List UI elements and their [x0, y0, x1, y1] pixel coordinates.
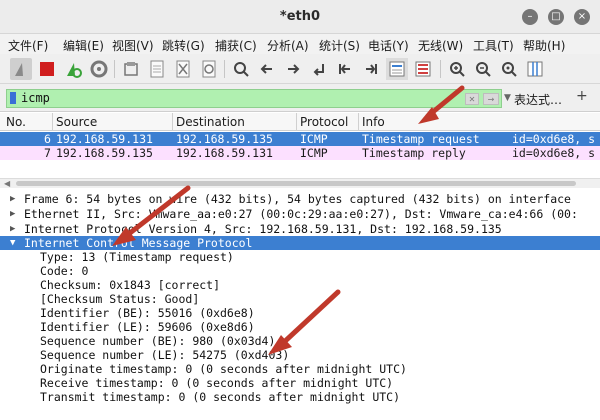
annotation-arrow	[268, 289, 341, 355]
annotation-arrow	[418, 85, 465, 124]
annotation-overlay	[112, 85, 465, 355]
annotation-arrow	[112, 185, 191, 246]
